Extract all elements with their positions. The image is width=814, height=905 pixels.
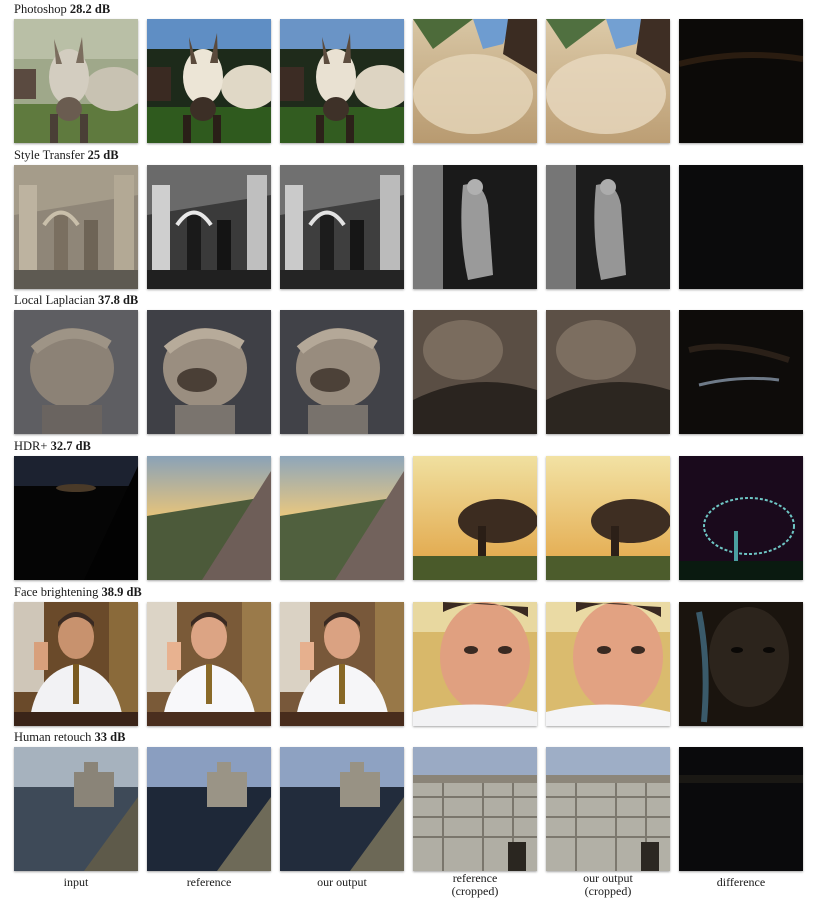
method-name: Face brightening (14, 585, 99, 599)
photoshop-reference-image (147, 19, 271, 143)
psnr-value: 38.9 dB (101, 585, 142, 599)
column-label-reference: reference (186, 875, 232, 889)
face-brightening-output-image (280, 602, 404, 726)
row-title-photoshop: Photoshop 28.2 dB (14, 2, 110, 16)
column-label-our-output-cropped: our output (cropped) (583, 871, 633, 898)
photoshop-output-image (280, 19, 404, 143)
column-label-input: input (63, 875, 89, 889)
psnr-value: 25 dB (87, 148, 119, 162)
style-transfer-reference-image (147, 165, 271, 289)
style-transfer-output-image (280, 165, 404, 289)
row-title-human-retouch: Human retouch 33 dB (14, 730, 125, 744)
method-name: Photoshop (14, 2, 67, 16)
psnr-value: 33 dB (94, 730, 126, 744)
method-name: HDR+ (14, 439, 48, 453)
row-title-hdr-plus: HDR+ 32.7 dB (14, 439, 91, 453)
hdr-plus-difference-image (679, 456, 803, 580)
local-laplacian-output-image (280, 310, 404, 434)
local-laplacian-difference-image (679, 310, 803, 434)
photoshop-output-cropped-image (546, 19, 670, 143)
hdr-plus-input-image (14, 456, 138, 580)
hdr-plus-output-cropped-image (546, 456, 670, 580)
column-label-our-output: our output (317, 875, 367, 889)
face-brightening-reference-cropped-image (413, 602, 537, 726)
photoshop-reference-cropped-image (413, 19, 537, 143)
local-laplacian-input-image (14, 310, 138, 434)
photoshop-input-image (14, 19, 138, 143)
style-transfer-reference-cropped-image (413, 165, 537, 289)
human-retouch-output-cropped-image (546, 747, 670, 871)
row-title-face-brightening: Face brightening 38.9 dB (14, 585, 142, 599)
style-transfer-difference-image (679, 165, 803, 289)
local-laplacian-output-cropped-image (546, 310, 670, 434)
photoshop-difference-image (679, 19, 803, 143)
local-laplacian-reference-image (147, 310, 271, 434)
face-brightening-difference-image (679, 602, 803, 726)
human-retouch-reference-image (147, 747, 271, 871)
human-retouch-reference-cropped-image (413, 747, 537, 871)
column-label-reference-cropped: reference (cropped) (451, 871, 499, 898)
psnr-value: 37.8 dB (97, 293, 139, 307)
hdr-plus-reference-image (147, 456, 271, 580)
style-transfer-input-image (14, 165, 138, 289)
human-retouch-input-image (14, 747, 138, 871)
psnr-value: 32.7 dB (50, 439, 91, 453)
style-transfer-output-cropped-image (546, 165, 670, 289)
row-title-local-laplacian: Local Laplacian 37.8 dB (14, 293, 138, 307)
local-laplacian-reference-cropped-image (413, 310, 537, 434)
human-retouch-difference-image (679, 747, 803, 871)
method-name: Local Laplacian (14, 293, 95, 307)
method-name: Style Transfer (14, 148, 85, 162)
method-name: Human retouch (14, 730, 92, 744)
face-brightening-input-image (14, 602, 138, 726)
psnr-value: 28.2 dB (69, 2, 111, 16)
row-title-style-transfer: Style Transfer 25 dB (14, 148, 119, 162)
hdr-plus-reference-cropped-image (413, 456, 537, 580)
hdr-plus-output-image (280, 456, 404, 580)
face-brightening-reference-image (147, 602, 271, 726)
column-label-difference: difference (716, 875, 766, 889)
face-brightening-output-cropped-image (546, 602, 670, 726)
human-retouch-output-image (280, 747, 404, 871)
